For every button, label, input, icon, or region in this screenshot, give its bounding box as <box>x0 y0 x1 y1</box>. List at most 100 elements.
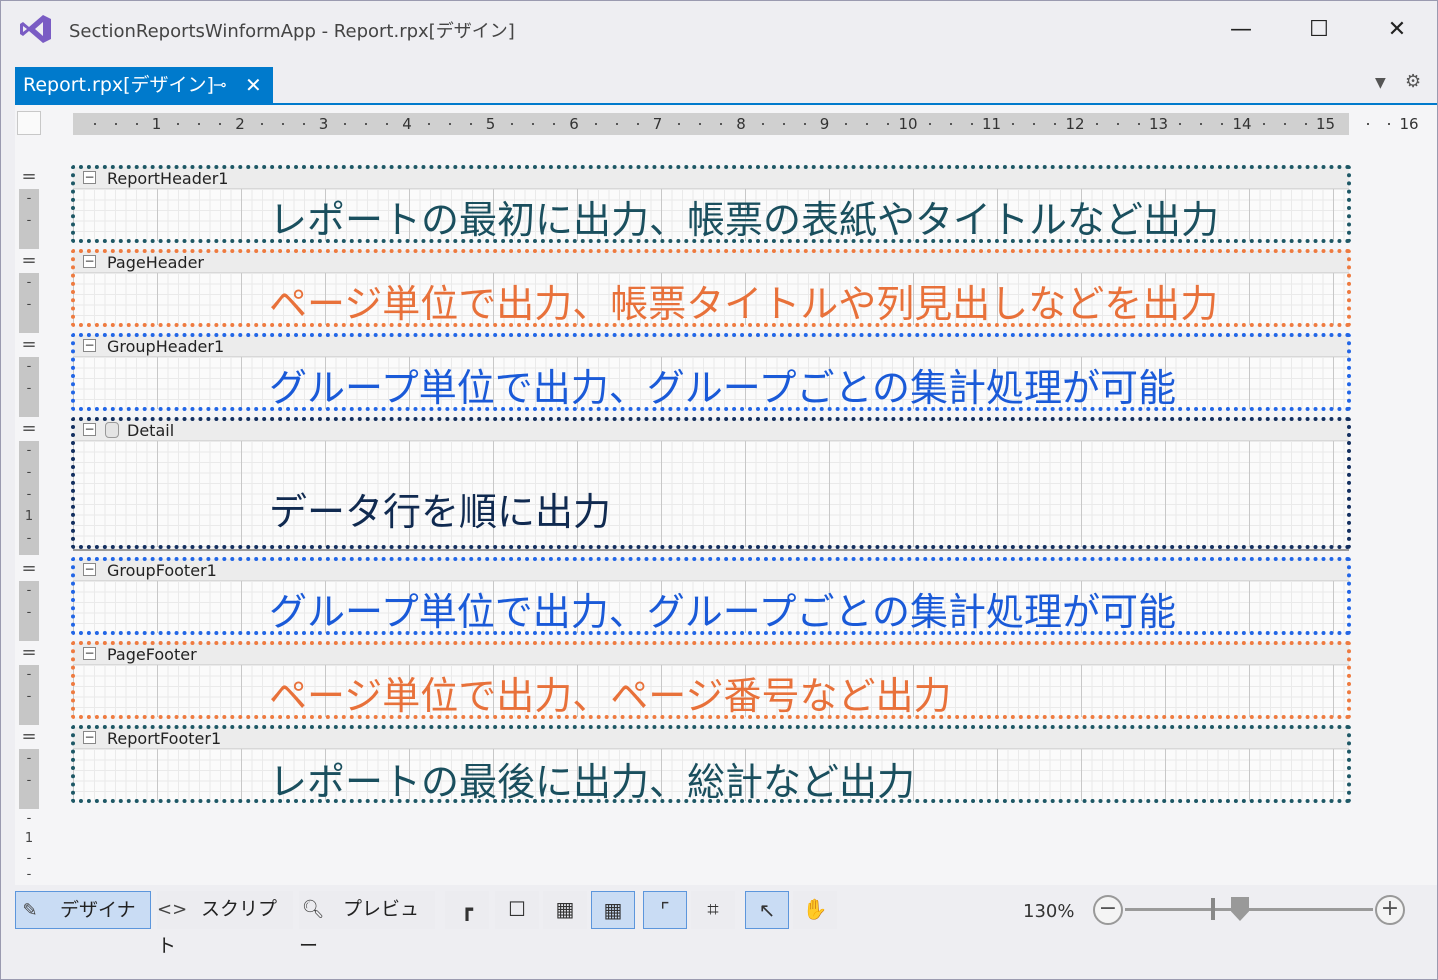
section-name: ReportFooter1 <box>107 729 222 748</box>
section-header-bar[interactable]: − PageFooter <box>73 643 1349 665</box>
ruler-number: 2 <box>235 115 245 133</box>
snap-lines-icon[interactable]: ┏ <box>445 891 489 929</box>
designer-toolbar: ✎ デザイナ <> スクリプト 🔍︎ プレビュー ┏ ☐ ▦ ▦ ⌜ ⌗ ↖ ✋… <box>15 889 1437 957</box>
maximize-button[interactable]: ☐ <box>1299 15 1339 45</box>
pin-icon[interactable]: ⊸ <box>213 67 226 103</box>
section-name: GroupHeader1 <box>107 337 225 356</box>
ruler-tick <box>532 123 535 125</box>
section-body[interactable]: ページ単位で出力、帳票タイトルや列見出しなどを出力 <box>73 273 1349 326</box>
ruler-tick <box>1116 123 1119 125</box>
section-header-bar[interactable]: − GroupFooter1 <box>73 559 1349 581</box>
section-resize-handle[interactable]: = <box>19 419 39 441</box>
section-reportheader1[interactable]: レポートの最初に出力、帳票の表紙やタイトルなど出力 − ReportHeader1 <box>71 165 1351 243</box>
collapse-icon[interactable]: − <box>83 563 96 576</box>
ruler-tick <box>427 123 430 125</box>
ruler-tick <box>1304 123 1307 125</box>
chevron-down-icon[interactable]: ▼ <box>1375 75 1386 91</box>
gear-icon[interactable]: ⚙ <box>1405 71 1421 92</box>
zoom-in-button[interactable]: + <box>1375 895 1405 925</box>
vruler-tick: - <box>26 851 32 866</box>
vertical-ruler: = - - = - - = - - = - - -1- = - - = - - = - - <box>19 163 39 809</box>
tab-close-icon[interactable]: ✕ <box>245 67 262 103</box>
collapse-icon[interactable]: − <box>83 647 96 660</box>
ruler-tick <box>198 123 201 125</box>
vertical-ruler-extension: - 1 - - <box>19 809 39 882</box>
vruler-tick: - <box>26 381 32 396</box>
section-header-bar[interactable]: − ReportHeader1 <box>73 167 1349 189</box>
ruler-number: 15 <box>1315 115 1336 133</box>
ruler-tick <box>553 123 556 125</box>
designer-tab-button[interactable]: ✎ デザイナ <box>15 891 151 929</box>
collapse-icon[interactable]: − <box>83 423 96 436</box>
grid-icon[interactable]: ▦ <box>591 891 635 929</box>
ruler-number: 3 <box>318 115 329 133</box>
section-pagefooter[interactable]: ページ単位で出力、ページ番号など出力 − PageFooter <box>71 641 1351 719</box>
section-body[interactable]: ページ単位で出力、ページ番号など出力 <box>73 665 1349 718</box>
section-groupheader1[interactable]: グループ単位で出力、グループごとの集計処理が可能 − GroupHeader1 <box>71 333 1351 411</box>
section-body[interactable]: レポートの最後に出力、総計など出力 <box>73 749 1349 804</box>
section-body[interactable]: レポートの最初に出力、帳票の表紙やタイトルなど出力 <box>73 189 1349 242</box>
hand-icon[interactable]: ✋ <box>793 891 837 929</box>
section-resize-handle[interactable]: = <box>19 335 39 357</box>
preview-tab-button[interactable]: 🔍︎ プレビュー <box>299 891 435 957</box>
zoom-slider-center-mark <box>1211 898 1215 920</box>
pencil-icon: ✎ <box>22 900 38 921</box>
ruler-number: 14 <box>1232 115 1252 133</box>
align-grid-icon[interactable]: ⌗ <box>691 891 735 929</box>
section-body[interactable]: グループ単位で出力、グループごとの集計処理が可能 <box>73 357 1349 410</box>
section-name: PageFooter <box>107 645 197 664</box>
pointer-icon[interactable]: ↖ <box>745 891 789 929</box>
vruler-segment: -- <box>19 581 39 641</box>
script-tab-button[interactable]: <> スクリプト <box>157 891 293 957</box>
section-body[interactable]: グループ単位で出力、グループごとの集計処理が可能 <box>73 581 1349 634</box>
magnifier-icon: 🔍︎ <box>301 899 325 920</box>
zoom-slider-track[interactable] <box>1125 908 1373 911</box>
ruler-tick <box>761 123 764 125</box>
section-header-bar[interactable]: − GroupHeader1 <box>73 335 1349 357</box>
database-icon <box>105 422 119 438</box>
collapse-icon[interactable]: − <box>83 255 96 268</box>
section-header-bar[interactable]: − Detail <box>73 419 1349 441</box>
section-resize-handle[interactable]: = <box>19 167 39 189</box>
section-groupfooter1[interactable]: グループ単位で出力、グループごとの集計処理が可能 − GroupFooter1 <box>71 557 1351 635</box>
tab-report-rpx[interactable]: Report.rpx[デザイン] ⊸ ✕ <box>15 67 273 103</box>
grid-small-icon[interactable]: ▦ <box>543 891 587 929</box>
ruler-corner[interactable] <box>17 111 41 135</box>
vruler-tick: - <box>26 667 32 682</box>
section-detail[interactable]: データ行を順に出力 − Detail <box>71 417 1351 551</box>
ruler-tick <box>114 123 117 125</box>
section-reportfooter1[interactable]: レポートの最後に出力、総計など出力 − ReportFooter1 <box>71 725 1351 804</box>
vruler-tick: - <box>26 605 32 620</box>
collapse-icon[interactable]: − <box>83 339 96 352</box>
zoom-slider-thumb[interactable] <box>1231 897 1249 921</box>
section-resize-handle[interactable]: = <box>19 727 39 749</box>
ruler-tick <box>1388 123 1391 125</box>
square-icon[interactable]: ☐ <box>495 891 539 929</box>
section-header-bar[interactable]: − ReportFooter1 <box>73 727 1349 749</box>
section-name: ReportHeader1 <box>107 169 229 188</box>
collapse-icon[interactable]: − <box>83 731 96 744</box>
ruler-tick <box>302 123 305 125</box>
close-button[interactable]: ✕ <box>1377 15 1417 45</box>
section-header-bar[interactable]: − PageHeader <box>73 251 1349 273</box>
ruler-tick <box>1221 123 1224 125</box>
section-resize-handle[interactable]: = <box>19 559 39 581</box>
vruler-segment: -- <box>19 665 39 725</box>
section-resize-handle[interactable]: = <box>19 251 39 273</box>
section-description: ページ単位で出力、帳票タイトルや列見出しなどを出力 <box>269 282 1219 326</box>
report-designer: 1 2 3 4 5 6 7 8 9 10 11 12 13 14 15 16 = - - = - - = - - = - - -1-… <box>15 105 1437 885</box>
section-body[interactable]: データ行を順に出力 <box>73 441 1349 551</box>
ruler-tick <box>135 123 138 125</box>
vruler-tick: - <box>26 297 32 312</box>
ruler-tick <box>281 123 284 125</box>
ruler-tick <box>1200 123 1203 125</box>
section-pageheader[interactable]: ページ単位で出力、帳票タイトルや列見出しなどを出力 − PageHeader <box>71 249 1351 327</box>
minimize-button[interactable]: — <box>1221 15 1261 45</box>
vruler-tick: - <box>26 867 32 882</box>
section-resize-handle[interactable]: = <box>19 643 39 665</box>
vruler-segment: -- <box>19 189 39 249</box>
snap-to-grid-icon[interactable]: ⌜ <box>643 891 687 929</box>
ruler-number: 16 <box>1399 115 1419 133</box>
zoom-out-button[interactable]: − <box>1093 895 1123 925</box>
collapse-icon[interactable]: − <box>83 171 96 184</box>
